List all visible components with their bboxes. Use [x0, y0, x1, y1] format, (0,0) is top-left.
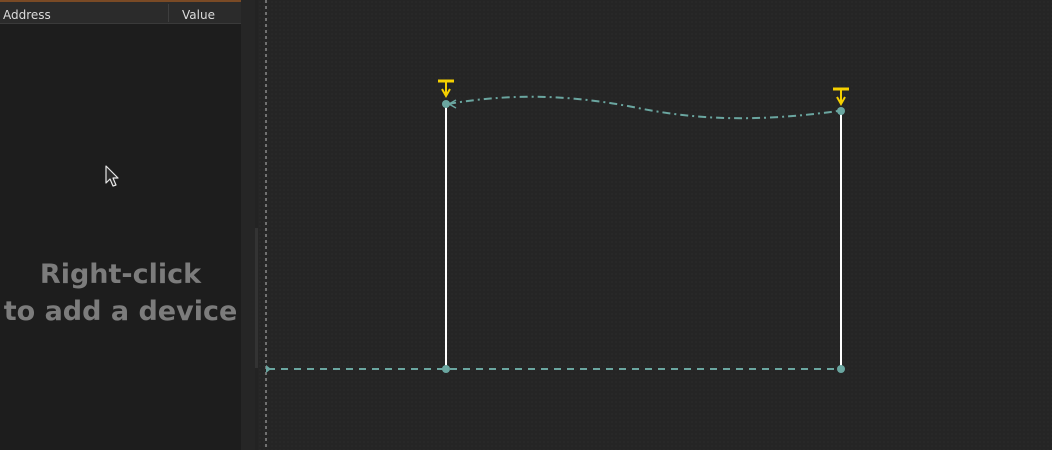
column-header-value[interactable]: Value [182, 8, 215, 22]
device-list-panel[interactable]: Address Value Right-click to add a devic… [0, 0, 241, 450]
column-header-address[interactable]: Address [3, 8, 51, 22]
column-separator[interactable] [168, 4, 169, 22]
app-window: Address Value Right-click to add a devic… [0, 0, 1052, 450]
power-symbol-icon[interactable] [833, 87, 849, 107]
bus-start-arrow [266, 365, 271, 373]
junction-node[interactable] [837, 365, 845, 373]
signal-connection[interactable] [447, 95, 839, 120]
empty-list-hint: Right-click to add a device [0, 256, 241, 330]
device-list-header: Address Value [0, 0, 241, 24]
panel-splitter[interactable] [241, 0, 255, 450]
mouse-pointer-icon [105, 165, 119, 187]
schematic-canvas[interactable] [258, 0, 1052, 450]
power-symbol-icon[interactable] [438, 79, 454, 99]
empty-list-hint-line-1: Right-click [39, 259, 202, 290]
junction-node[interactable] [837, 107, 845, 115]
empty-list-hint-line-2: to add a device [3, 296, 238, 327]
junction-node[interactable] [442, 365, 450, 373]
junction-node[interactable] [442, 100, 450, 108]
schematic-drawing [265, 0, 849, 450]
